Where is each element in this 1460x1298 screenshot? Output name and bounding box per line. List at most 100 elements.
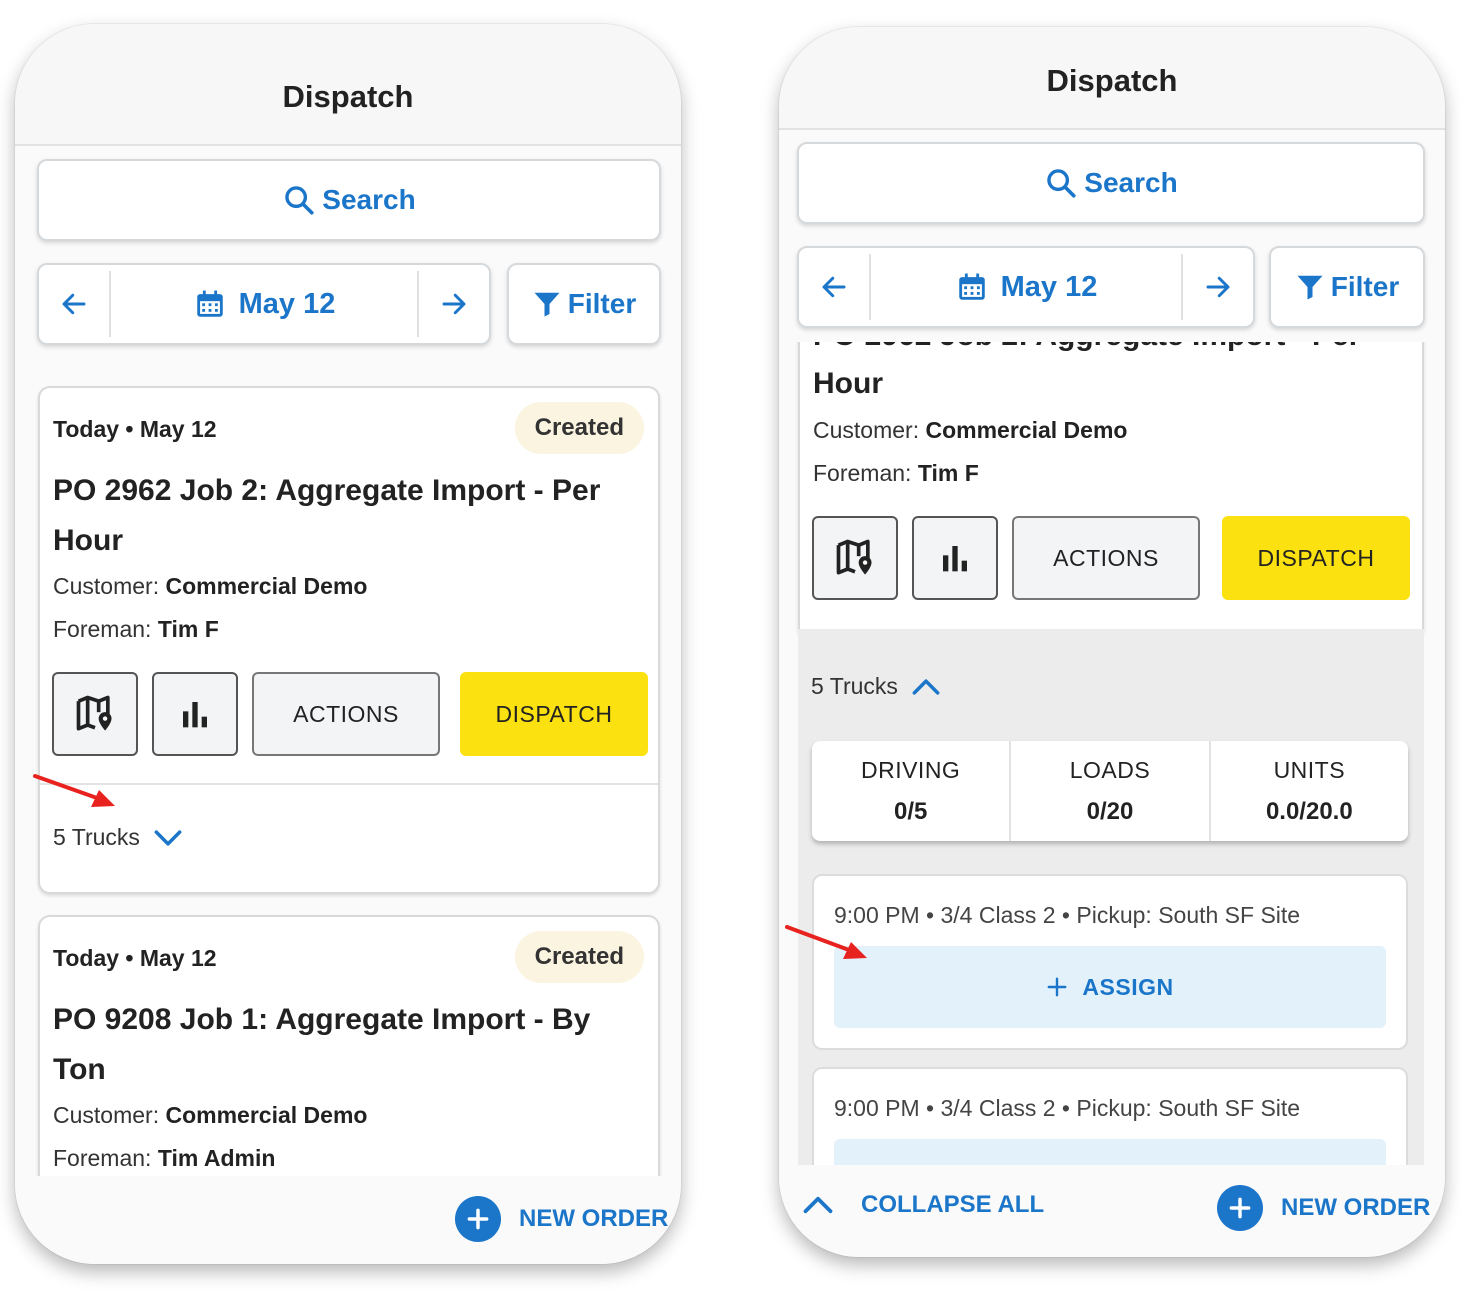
bottom-bar: NEW ORDER <box>15 1176 681 1264</box>
status-badge: Created <box>514 402 644 454</box>
trucks-toggle[interactable]: 5 Trucks <box>811 673 940 700</box>
search-icon <box>285 186 314 215</box>
plus-circle-icon <box>455 1196 501 1242</box>
customer-row: Customer: Commercial Demo <box>813 417 1127 444</box>
stat-driving: DRIVING 0/5 <box>812 741 1012 841</box>
foreman-value: Tim F <box>157 616 219 642</box>
foreman-value: Tim F <box>917 460 979 486</box>
dispatch-button[interactable]: DISPATCH <box>1222 516 1410 600</box>
actions-button[interactable]: ACTIONS <box>252 672 440 756</box>
job-title-line2: Hour <box>813 367 883 400</box>
calendar-icon <box>196 290 223 317</box>
stat-label: UNITS <box>1273 756 1346 783</box>
stats-button[interactable] <box>912 516 998 600</box>
foreman-label: Foreman: <box>53 1145 152 1171</box>
right-phone-screen: PO 2962 Job 2: Aggregate Import - Per Ho… <box>779 27 1445 1257</box>
next-day-button[interactable] <box>419 265 489 343</box>
stat-label: DRIVING <box>860 756 961 783</box>
search-icon <box>1047 169 1076 198</box>
order-date: Today • May 12 <box>53 416 217 442</box>
calendar-icon <box>958 273 985 300</box>
filter-label: Filter <box>1330 271 1400 302</box>
map-pin-icon <box>76 695 112 731</box>
filter-label: Filter <box>567 288 637 319</box>
assign-label: ASSIGN <box>1082 973 1174 1000</box>
status-badge: Created <box>514 931 644 983</box>
new-order-button[interactable]: NEW ORDER <box>1217 1185 1430 1231</box>
date-label: May 12 <box>1000 270 1098 303</box>
job-title-line1: PO 9208 Job 1: Aggregate Import - By <box>53 1003 591 1036</box>
map-button[interactable] <box>52 672 138 756</box>
customer-value: Commercial Demo <box>925 417 1128 443</box>
collapse-all-button[interactable]: COLLAPSE ALL <box>803 1191 1044 1219</box>
filter-button[interactable]: Filter <box>507 263 661 345</box>
arrow-right-icon <box>442 293 466 315</box>
customer-value: Commercial Demo <box>165 573 368 599</box>
job-title-line1: PO 2962 Job 2: Aggregate Import - Per <box>53 474 601 507</box>
customer-row: Customer: Commercial Demo <box>53 1102 367 1129</box>
order-date: Today • May 12 <box>53 945 217 971</box>
bottom-bar: COLLAPSE ALL NEW ORDER <box>779 1165 1445 1257</box>
chevron-up-icon <box>912 678 940 695</box>
search-label: Search <box>1084 167 1178 198</box>
new-order-label: NEW ORDER <box>519 1205 669 1232</box>
new-order-label: NEW ORDER <box>1281 1194 1431 1221</box>
prev-day-button[interactable] <box>39 265 109 343</box>
customer-label: Customer: <box>53 573 160 599</box>
date-navigator: May 12 <box>37 263 491 345</box>
truck-slot: 9:00 PM • 3/4 Class 2 • Pickup: South SF… <box>812 874 1408 1050</box>
search-button[interactable]: Search <box>797 142 1425 224</box>
map-button[interactable] <box>812 516 898 600</box>
order-card[interactable]: Today • May 12 Created PO 2962 Job 2: Ag… <box>38 386 660 894</box>
customer-row: Customer: Commercial Demo <box>53 573 367 600</box>
arrow-left-icon <box>822 276 846 298</box>
truck-slot-details: 9:00 PM • 3/4 Class 2 • Pickup: South SF… <box>834 1095 1301 1121</box>
collapse-all-label: COLLAPSE ALL <box>861 1191 1045 1218</box>
truck-stats: DRIVING 0/5 LOADS 0/20 UNITS 0.0/20.0 <box>812 741 1408 841</box>
annotation-arrow <box>785 925 867 959</box>
trucks-count: 5 Trucks <box>811 673 898 699</box>
filter-icon <box>534 292 560 317</box>
arrow-left-icon <box>62 293 86 315</box>
foreman-label: Foreman: <box>53 616 152 642</box>
foreman-row: Foreman: Tim Admin <box>53 1145 275 1172</box>
stat-loads: LOADS 0/20 <box>1011 741 1211 841</box>
map-pin-icon <box>836 539 872 575</box>
stats-button[interactable] <box>152 672 238 756</box>
dispatch-button[interactable]: DISPATCH <box>460 672 648 756</box>
job-title-line2: Hour <box>53 524 123 557</box>
date-picker-button[interactable]: May 12 <box>869 254 1183 320</box>
trucks-toggle[interactable]: 5 Trucks <box>53 824 182 851</box>
truck-slot-details: 9:00 PM • 3/4 Class 2 • Pickup: South SF… <box>834 902 1301 928</box>
customer-value: Commercial Demo <box>165 1102 368 1128</box>
foreman-value: Tim Admin <box>157 1145 276 1171</box>
search-label: Search <box>322 184 416 215</box>
trucks-count: 5 Trucks <box>53 824 140 850</box>
foreman-row: Foreman: Tim F <box>813 460 979 487</box>
date-navigator: May 12 <box>797 246 1255 328</box>
page-title: Dispatch <box>15 24 681 146</box>
actions-button[interactable]: ACTIONS <box>1012 516 1200 600</box>
date-picker-button[interactable]: May 12 <box>109 271 419 337</box>
bar-chart-icon <box>183 702 207 728</box>
chevron-down-icon <box>154 829 182 846</box>
new-order-button[interactable]: NEW ORDER <box>455 1196 668 1242</box>
next-day-button[interactable] <box>1183 248 1253 326</box>
search-button[interactable]: Search <box>37 159 661 241</box>
customer-label: Customer: <box>813 417 920 443</box>
prev-day-button[interactable] <box>799 248 869 326</box>
bar-chart-icon <box>943 546 967 572</box>
arrow-right-icon <box>1206 276 1230 298</box>
assign-button[interactable]: ASSIGN <box>834 946 1386 1028</box>
stat-value: 0.0/20.0 <box>1265 797 1353 825</box>
left-phone-screen: Dispatch Search May 12 Filter Today • Ma… <box>15 24 681 1264</box>
filter-button[interactable]: Filter <box>1269 246 1425 328</box>
page-title: Dispatch <box>779 27 1445 130</box>
stat-value: 0/20 <box>1086 797 1134 825</box>
date-label: May 12 <box>238 287 336 320</box>
job-title-line2: Ton <box>53 1053 106 1086</box>
plus-icon <box>1047 977 1067 997</box>
foreman-row: Foreman: Tim F <box>53 616 219 643</box>
card-divider <box>40 783 658 785</box>
stat-units: UNITS 0.0/20.0 <box>1211 741 1408 841</box>
